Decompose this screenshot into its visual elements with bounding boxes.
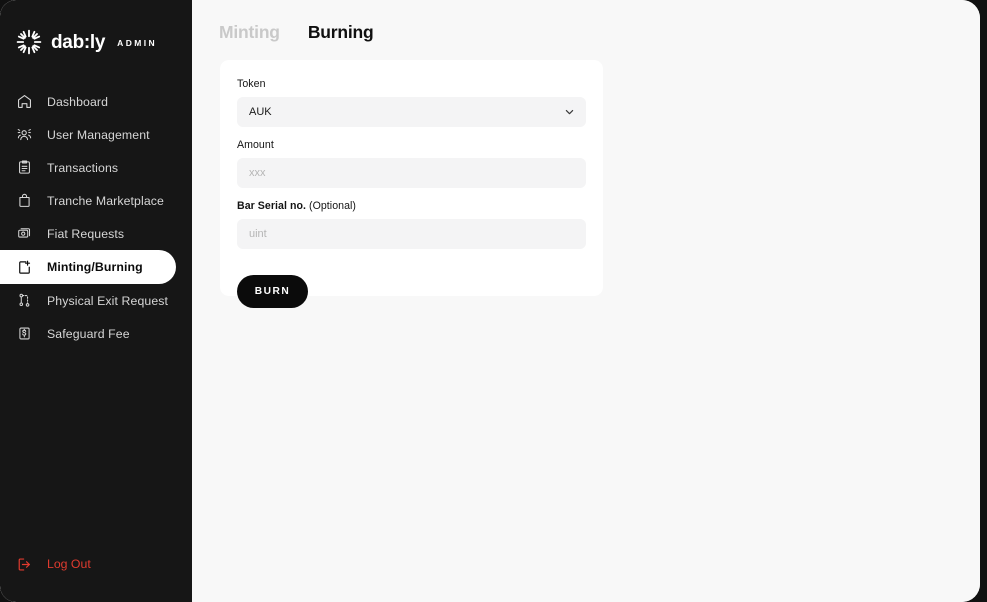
bar-serial-optional-text: (Optional) (306, 200, 357, 212)
sidebar-item-label: Fiat Requests (47, 226, 125, 241)
sidebar-item-label: Minting/Burning (47, 260, 143, 274)
sidebar-item-label: Safeguard Fee (47, 326, 130, 341)
burn-form-card: Token AUK Amount xxx Bar Serial no. (Opt… (220, 60, 603, 308)
sidebar-item-transactions[interactable]: Transactions (0, 151, 192, 184)
brand-subtitle: ADMIN (117, 38, 158, 49)
clipboard-icon (16, 159, 33, 176)
token-select[interactable]: AUK (237, 97, 586, 127)
tab-bar: Minting Burning (192, 0, 980, 43)
sidebar: dab:ly ADMIN Dashboard User Management T… (0, 0, 192, 602)
amount-input[interactable]: xxx (237, 158, 586, 188)
logout-button[interactable]: Log Out (0, 552, 192, 576)
s-box-icon (16, 325, 33, 342)
tab-burning[interactable]: Burning (308, 22, 374, 43)
bar-serial-placeholder: uint (249, 228, 267, 240)
page-shell: dab:ly ADMIN Dashboard User Management T… (0, 0, 980, 602)
logout-icon (16, 556, 33, 573)
sidebar-item-dashboard[interactable]: Dashboard (0, 85, 192, 118)
burn-button[interactable]: BURN (237, 275, 308, 308)
sidebar-item-label: Dashboard (47, 94, 109, 109)
token-field: Token AUK (237, 78, 586, 127)
bar-serial-input[interactable]: uint (237, 219, 586, 249)
bar-serial-label: Bar Serial no. (Optional) (237, 200, 586, 212)
app-root: dab:ly ADMIN Dashboard User Management T… (0, 0, 987, 602)
sidebar-item-label: Physical Exit Request (47, 293, 169, 308)
sidebar-item-physical-exit-request[interactable]: Physical Exit Request (0, 284, 192, 317)
file-plus-icon (16, 259, 33, 276)
brand-name: dab:ly (51, 31, 106, 53)
sidebar-item-minting-burning[interactable]: Minting/Burning (0, 250, 176, 284)
flow-nodes-icon (16, 292, 33, 309)
starburst-icon (16, 29, 42, 55)
bag-icon (16, 192, 33, 209)
bar-serial-field: Bar Serial no. (Optional) uint (237, 200, 586, 249)
sidebar-item-label: Transactions (47, 160, 119, 175)
sidebar-nav: Dashboard User Management Transactions T… (0, 85, 192, 350)
chevron-down-icon (564, 107, 575, 118)
sidebar-item-safeguard-fee[interactable]: Safeguard Fee (0, 317, 192, 350)
cards-money-icon (16, 225, 33, 242)
home-icon (16, 93, 33, 110)
amount-label: Amount (237, 139, 274, 151)
amount-field: Amount xxx (237, 139, 586, 188)
sidebar-item-fiat-requests[interactable]: Fiat Requests (0, 217, 192, 250)
users-icon (16, 126, 33, 143)
sidebar-item-label: Tranche Marketplace (47, 193, 164, 208)
logout-label: Log Out (47, 557, 91, 571)
brand-logo: dab:ly ADMIN (0, 0, 192, 62)
main-content: Minting Burning Token AUK Amount xxx Bar… (192, 0, 980, 602)
sidebar-item-user-management[interactable]: User Management (0, 118, 192, 151)
tab-minting[interactable]: Minting (219, 22, 280, 43)
sidebar-item-label: User Management (47, 127, 150, 142)
sidebar-item-tranche-marketplace[interactable]: Tranche Marketplace (0, 184, 192, 217)
bar-serial-label-text: Bar Serial no. (237, 200, 306, 212)
amount-placeholder: xxx (249, 167, 266, 179)
token-label: Token (237, 78, 266, 90)
token-selected-value: AUK (249, 106, 272, 118)
